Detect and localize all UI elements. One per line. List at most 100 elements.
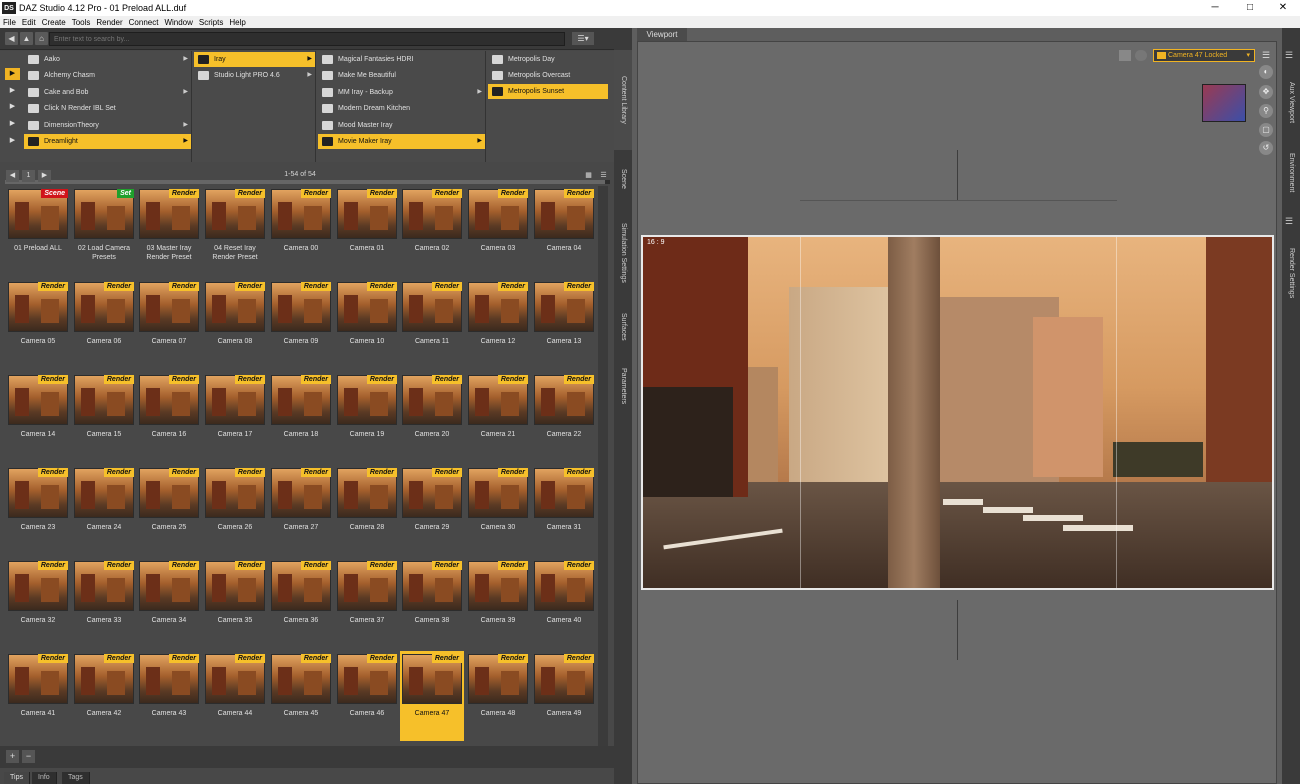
browser-item-selected[interactable]: Iray ▶ xyxy=(194,52,315,67)
asset-tile[interactable]: Render Camera 18 xyxy=(269,372,333,462)
tab-surfaces[interactable]: Surfaces xyxy=(614,302,632,352)
asset-tile[interactable]: Render 04 Reset Iray Render Preset xyxy=(203,186,267,276)
asset-tile[interactable]: Render Camera 40 xyxy=(532,558,596,648)
asset-tile[interactable]: Render Camera 43 xyxy=(137,651,201,741)
asset-tile[interactable]: Render Camera 11 xyxy=(400,279,464,369)
asset-tile[interactable]: Render Camera 12 xyxy=(466,279,530,369)
asset-tile[interactable]: Render Camera 26 xyxy=(203,465,267,555)
asset-tile[interactable]: Render Camera 00 xyxy=(269,186,333,276)
zoom-icon[interactable]: ⚲ xyxy=(1259,104,1273,118)
asset-tile[interactable]: Render Camera 01 xyxy=(335,186,399,276)
row-expander-icon[interactable]: ▶ xyxy=(5,135,20,147)
tab-info[interactable]: Info xyxy=(32,772,57,784)
maximize-icon[interactable]: □ xyxy=(1233,0,1267,16)
browser-item[interactable]: Mood Master Iray xyxy=(318,118,485,133)
menu-edit[interactable]: Edit xyxy=(19,18,39,27)
asset-tile[interactable]: Render Camera 48 xyxy=(466,651,530,741)
menu-window[interactable]: Window xyxy=(161,18,195,27)
asset-tile[interactable]: Render Camera 38 xyxy=(400,558,464,648)
asset-tile[interactable]: Render Camera 20 xyxy=(400,372,464,462)
asset-tile[interactable]: Render Camera 32 xyxy=(6,558,70,648)
asset-tile[interactable]: Render Camera 10 xyxy=(335,279,399,369)
asset-tile[interactable]: Set 02 Load Camera Presets xyxy=(72,186,136,276)
tab-tags[interactable]: Tags xyxy=(62,772,90,784)
asset-tile[interactable]: Render Camera 33 xyxy=(72,558,136,648)
asset-tile[interactable]: Render Camera 09 xyxy=(269,279,333,369)
asset-tile[interactable]: Render Camera 21 xyxy=(466,372,530,462)
page-number[interactable]: 1 xyxy=(22,170,35,182)
search-input[interactable] xyxy=(49,32,565,46)
up-icon[interactable]: ▲ xyxy=(20,32,33,45)
tab-menu-icon[interactable]: ☰ xyxy=(1285,216,1297,228)
list-view-icon[interactable]: ☰ xyxy=(597,170,610,182)
asset-tile[interactable]: Render Camera 39 xyxy=(466,558,530,648)
asset-tile[interactable]: Render Camera 28 xyxy=(335,465,399,555)
browser-item[interactable]: Magical Fantasies HDRI xyxy=(318,52,485,67)
minimize-icon[interactable]: ─ xyxy=(1198,0,1232,16)
draw-style-icon[interactable] xyxy=(1119,50,1131,61)
menu-create[interactable]: Create xyxy=(39,18,69,27)
browser-item-selected[interactable]: Movie Maker Iray ▶ xyxy=(318,134,485,149)
asset-tile[interactable]: Render Camera 25 xyxy=(137,465,201,555)
asset-tile[interactable]: Render Camera 30 xyxy=(466,465,530,555)
asset-tile[interactable]: Scene 01 Preload ALL xyxy=(6,186,70,276)
browser-item[interactable]: Metropolis Overcast xyxy=(488,68,608,83)
asset-tile[interactable]: Render Camera 19 xyxy=(335,372,399,462)
asset-tile[interactable]: Render Camera 36 xyxy=(269,558,333,648)
add-icon[interactable]: + xyxy=(6,750,19,763)
menu-connect[interactable]: Connect xyxy=(126,18,162,27)
pan-icon[interactable]: ✥ xyxy=(1259,85,1273,99)
row-expander-icon[interactable]: ▶ xyxy=(5,68,20,80)
orbit-icon[interactable]: ◐ xyxy=(1259,65,1273,79)
vertical-scrollbar[interactable] xyxy=(598,186,608,746)
reset-icon[interactable]: ↺ xyxy=(1259,141,1273,155)
row-expander-icon[interactable]: ▶ xyxy=(5,118,20,130)
asset-tile[interactable]: Render Camera 24 xyxy=(72,465,136,555)
asset-tile[interactable]: Render Camera 46 xyxy=(335,651,399,741)
asset-tile[interactable]: Render Camera 49 xyxy=(532,651,596,741)
asset-tile[interactable]: Render Camera 45 xyxy=(269,651,333,741)
asset-tile[interactable]: Render Camera 08 xyxy=(203,279,267,369)
asset-tile[interactable]: Render Camera 37 xyxy=(335,558,399,648)
tab-aux-viewport[interactable]: Aux Viewport xyxy=(1282,68,1300,138)
row-expander-icon[interactable]: ▶ xyxy=(5,101,20,113)
asset-tile[interactable]: Render Camera 07 xyxy=(137,279,201,369)
browser-item[interactable]: Modern Dream Kitchen xyxy=(318,101,485,116)
tab-tips[interactable]: Tips xyxy=(4,772,30,784)
remove-icon[interactable]: − xyxy=(22,750,35,763)
browser-item[interactable]: Click N Render IBL Set xyxy=(24,101,191,116)
asset-tile[interactable]: Render Camera 15 xyxy=(72,372,136,462)
home-icon[interactable]: ⌂ xyxy=(35,32,48,45)
asset-tile[interactable]: Render Camera 04 xyxy=(532,186,596,276)
asset-tile[interactable]: Render Camera 22 xyxy=(532,372,596,462)
asset-tile[interactable]: Render Camera 05 xyxy=(6,279,70,369)
menu-help[interactable]: Help xyxy=(226,18,248,27)
page-prev-icon[interactable]: ◀ xyxy=(6,170,19,182)
menu-tools[interactable]: Tools xyxy=(69,18,94,27)
tab-simulation-settings[interactable]: Simulation Settings xyxy=(614,208,632,298)
tab-viewport[interactable]: Viewport xyxy=(637,28,687,41)
page-next-icon[interactable]: ▶ xyxy=(38,170,51,182)
browser-item-selected[interactable]: Dreamlight ▶ xyxy=(24,134,191,149)
browser-item[interactable]: MM Iray - Backup ▶ xyxy=(318,85,485,100)
close-icon[interactable]: ✕ xyxy=(1266,0,1300,16)
asset-tile[interactable]: Render Camera 13 xyxy=(532,279,596,369)
asset-tile[interactable]: Render Camera 47 xyxy=(400,651,464,741)
back-icon[interactable]: ◀ xyxy=(5,32,18,45)
tab-render-settings[interactable]: Render Settings xyxy=(1282,233,1300,313)
browser-item[interactable]: DimensionTheory ▶ xyxy=(24,118,191,133)
asset-tile[interactable]: Render Camera 44 xyxy=(203,651,267,741)
asset-tile[interactable]: Render Camera 41 xyxy=(6,651,70,741)
asset-tile[interactable]: Render Camera 03 xyxy=(466,186,530,276)
tab-parameters[interactable]: Parameters xyxy=(614,356,632,416)
camera-selector[interactable]: Camera 47 Locked ▾ xyxy=(1153,49,1255,62)
menu-render[interactable]: Render xyxy=(93,18,125,27)
tab-menu-icon[interactable]: ☰ xyxy=(1285,50,1297,62)
asset-tile[interactable]: Render Camera 17 xyxy=(203,372,267,462)
browser-item[interactable]: Alchemy Chasm xyxy=(24,68,191,83)
browser-item[interactable]: Studio Light PRO 4.6 ▶ xyxy=(194,68,315,83)
asset-tile[interactable]: Render Camera 16 xyxy=(137,372,201,462)
row-expander-icon[interactable]: ▶ xyxy=(5,85,20,97)
asset-tile[interactable]: Render Camera 35 xyxy=(203,558,267,648)
lighting-icon[interactable] xyxy=(1135,50,1147,61)
